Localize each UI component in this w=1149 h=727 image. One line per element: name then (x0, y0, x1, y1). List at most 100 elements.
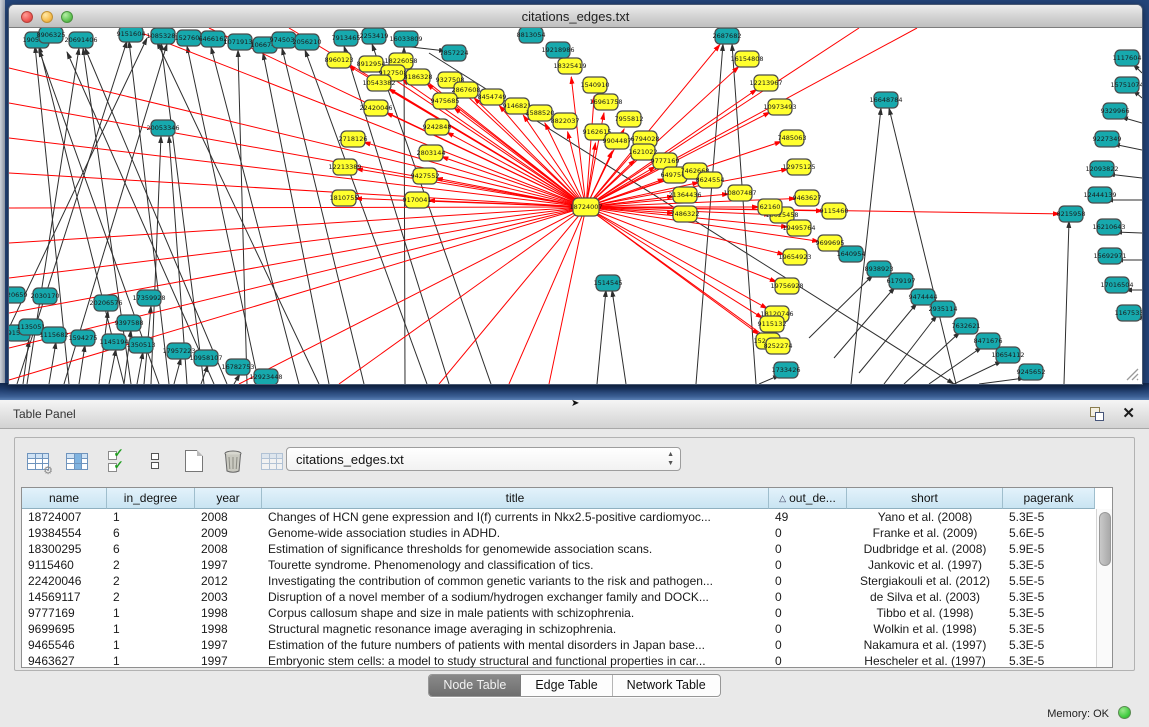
graph-node[interactable]: 18724007 (569, 198, 602, 216)
cell-pagerank[interactable]: 5.5E-5 (1003, 573, 1095, 589)
cell-name[interactable]: 19384554 (22, 525, 107, 541)
cell-in_degree[interactable]: 6 (107, 525, 195, 541)
cell-in_degree[interactable]: 1 (107, 653, 195, 669)
tab-node-table[interactable]: Node Table (429, 675, 521, 696)
graph-node[interactable]: 1117604 (1113, 50, 1142, 66)
graph-node[interactable]: 1733426 (772, 362, 801, 378)
cell-title[interactable]: Disruption of a novel member of a sodium… (262, 589, 769, 605)
graph-node[interactable]: 20206576 (89, 295, 122, 311)
graph-node[interactable]: 9227349 (1093, 131, 1122, 147)
graph-node[interactable]: 2718126 (339, 131, 368, 147)
graph-node[interactable]: 19218986 (541, 42, 574, 58)
column-header-pagerank[interactable]: pagerank (1003, 488, 1095, 509)
cell-in_degree[interactable]: 1 (107, 509, 195, 525)
citation-edge-red[interactable] (549, 207, 586, 384)
citation-edge-black[interactable] (79, 345, 85, 384)
citation-edge-black[interactable] (597, 290, 606, 384)
citation-edge-red[interactable] (9, 207, 586, 243)
cell-in_degree[interactable]: 2 (107, 573, 195, 589)
graph-node[interactable]: 1115682 (40, 327, 69, 343)
graph-node[interactable]: 20053346 (146, 120, 179, 136)
graph-node[interactable]: 6179197 (887, 273, 916, 289)
graph-node[interactable]: 9242848 (423, 119, 452, 135)
table-row[interactable]: 911546021997Tourette syndrome. Phenomeno… (22, 557, 1112, 573)
cell-title[interactable]: Estimation of the future numbers of pati… (262, 637, 769, 653)
graph-node[interactable]: 1145194 (100, 334, 129, 350)
citation-edge-black[interactable] (174, 358, 181, 384)
table-row[interactable]: 1938455462009Genome-wide association stu… (22, 525, 1112, 541)
cell-in_degree[interactable]: 1 (107, 637, 195, 653)
graph-node[interactable]: 15692971 (1093, 248, 1126, 264)
graph-node[interactable]: 9115460 (820, 203, 849, 219)
cell-in_degree[interactable]: 1 (107, 621, 195, 637)
graph-node[interactable]: 15751074 (1110, 77, 1142, 93)
cell-name[interactable]: 14569117 (22, 589, 107, 605)
column-header-name[interactable]: name (22, 488, 107, 509)
cell-name[interactable]: 22420046 (22, 573, 107, 589)
cell-out_degree[interactable]: 0 (769, 621, 847, 637)
cell-out_degree[interactable]: 0 (769, 653, 847, 669)
graph-node[interactable]: 22420046 (359, 100, 392, 116)
cell-year[interactable]: 2003 (195, 589, 262, 605)
graph-node[interactable]: 10973493 (763, 99, 796, 115)
cell-in_degree[interactable]: 6 (107, 541, 195, 557)
table-mode-button[interactable]: ⚙ (23, 446, 53, 476)
citation-edge-black[interactable] (137, 352, 143, 384)
table-row[interactable]: 2242004622012Investigating the contribut… (22, 573, 1112, 589)
select-columns-button[interactable]: ✓ ✓ (101, 446, 131, 476)
citation-edge-black[interactable] (49, 342, 56, 384)
table-row[interactable]: 969969511998Structural magnetic resonanc… (22, 621, 1112, 637)
graph-node[interactable]: 10654112 (991, 347, 1024, 363)
network-window[interactable]: citations_edges.txt 18724007896012389129… (8, 4, 1143, 385)
graph-node[interactable]: 8960123 (325, 52, 354, 68)
cell-pagerank[interactable]: 5.3E-5 (1003, 621, 1095, 637)
graph-node[interactable]: 8813054 (517, 28, 546, 43)
table-row[interactable]: 1830029562008Estimation of significance … (22, 541, 1112, 557)
cell-short[interactable]: de Silva et al. (2003) (847, 589, 1003, 605)
cell-short[interactable]: Dudbridge et al. (2008) (847, 541, 1003, 557)
graph-node[interactable]: 19495764 (782, 220, 815, 236)
graph-node[interactable]: 2056210 (293, 34, 322, 50)
graph-node[interactable]: 9170041 (403, 192, 432, 208)
network-canvas[interactable]: 1872400789601238912954182260589127508818… (9, 28, 1142, 384)
graph-node[interactable]: 9904487 (603, 133, 632, 149)
graph-node[interactable]: 9475685 (431, 93, 460, 109)
citation-edge-red[interactable] (9, 138, 586, 207)
cell-pagerank[interactable]: 5.3E-5 (1003, 589, 1095, 605)
graph-node[interactable]: 9397588 (115, 315, 144, 331)
show-columns-button[interactable] (62, 446, 92, 476)
graph-node[interactable]: 12213967 (749, 75, 782, 91)
cell-in_degree[interactable]: 2 (107, 557, 195, 573)
graph-node[interactable]: 7955812 (615, 111, 644, 127)
graph-node[interactable]: 8624554 (696, 172, 725, 188)
graph-node[interactable]: 17359928 (132, 290, 165, 306)
graph-node[interactable]: 16210643 (1092, 219, 1125, 235)
cell-pagerank[interactable]: 5.3E-5 (1003, 605, 1095, 621)
graph-node[interactable]: 19654923 (778, 249, 811, 265)
graph-node[interactable]: 18325419 (553, 58, 586, 74)
graph-node[interactable]: 12093822 (1085, 161, 1118, 177)
graph-node[interactable]: 16154808 (730, 51, 763, 67)
cell-out_degree[interactable]: 0 (769, 525, 847, 541)
cell-pagerank[interactable]: 5.3E-5 (1003, 509, 1095, 525)
cell-name[interactable]: 9463627 (22, 653, 107, 669)
graph-node[interactable]: 8252274 (764, 338, 793, 354)
graph-node[interactable]: 10958107 (189, 350, 222, 366)
graph-node[interactable]: 16648784 (869, 92, 902, 108)
cell-out_degree[interactable]: 49 (769, 509, 847, 525)
graph-node[interactable]: 16033809 (389, 31, 422, 47)
cell-year[interactable]: 1997 (195, 557, 262, 573)
graph-node[interactable]: 9427552 (411, 168, 440, 184)
resize-grip-icon[interactable] (1123, 365, 1139, 381)
graph-node[interactable]: 12975125 (782, 159, 815, 175)
cell-out_degree[interactable]: 0 (769, 605, 847, 621)
graph-node[interactable]: 21364436 (668, 187, 701, 203)
graph-node[interactable]: 9115132 (758, 316, 787, 332)
cell-short[interactable]: Hescheler et al. (1997) (847, 653, 1003, 669)
graph-node[interactable]: 10543382 (362, 75, 395, 91)
table-row[interactable]: 946362711997Embryonic stem cells: a mode… (22, 653, 1112, 669)
network-window-titlebar[interactable]: citations_edges.txt (9, 5, 1142, 28)
graph-node[interactable]: 20691406 (64, 32, 97, 48)
graph-node[interactable]: 8215958 (1057, 206, 1086, 222)
cell-name[interactable]: 9115460 (22, 557, 107, 573)
